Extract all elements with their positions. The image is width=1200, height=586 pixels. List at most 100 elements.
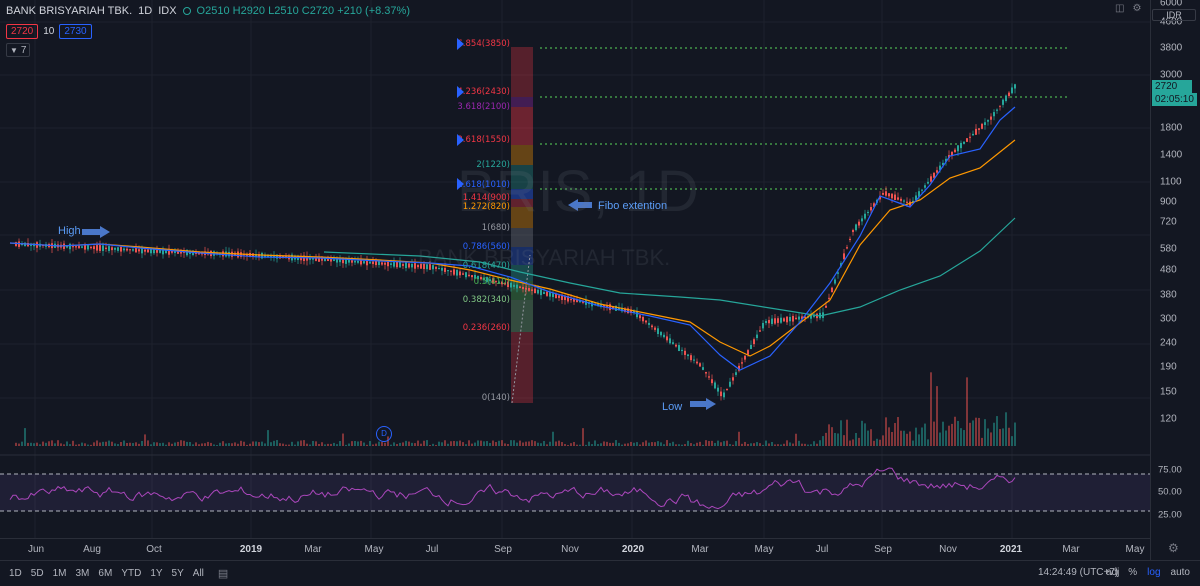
volume-bar: [648, 442, 650, 446]
fib-level-label: 4.236(2430): [457, 87, 510, 97]
volume-bar: [171, 443, 173, 446]
dividend-marker[interactable]: D: [376, 426, 392, 442]
volume-bar: [372, 444, 374, 446]
range-button[interactable]: 5Y: [172, 568, 184, 579]
volume-bar: [942, 421, 944, 446]
date-range-icon[interactable]: ▤: [218, 567, 228, 580]
volume-bar: [240, 440, 242, 446]
volume-bar: [471, 443, 473, 446]
volume-bar: [207, 441, 209, 446]
volume-bar: [30, 442, 32, 446]
watermark-name: BANK BRISYARIAH TBK.: [418, 245, 671, 270]
volume-bar: [708, 441, 710, 446]
volume-bar: [837, 433, 839, 446]
volume-bar: [597, 444, 599, 446]
volume-bar: [924, 423, 926, 446]
volume-bar: [384, 442, 386, 446]
volume-bar: [351, 441, 353, 446]
volume-bar: [990, 432, 992, 446]
camera-icon[interactable]: ◫: [1115, 3, 1124, 14]
top-right-toolbar: ◫ ⚙: [1115, 3, 1141, 14]
volume-bar: [462, 442, 464, 446]
volume-bar: [663, 444, 665, 446]
volume-bar: [945, 430, 947, 446]
volume-bar: [435, 444, 437, 446]
volume-bar: [399, 442, 401, 446]
volume-bar: [1008, 427, 1010, 446]
bid-button[interactable]: 2720: [6, 24, 39, 39]
range-button[interactable]: 1M: [53, 568, 67, 579]
legend: BANK BRISYARIAH TBK. 1D IDX O2510 H2920 …: [6, 5, 410, 17]
volume-bar: [975, 417, 977, 446]
fib-level-label: 2.618(1550): [457, 135, 510, 145]
volume-bar: [525, 441, 527, 446]
range-button[interactable]: 5D: [31, 568, 44, 579]
adj-toggle[interactable]: adj: [1106, 567, 1119, 578]
price-tick: 190: [1160, 361, 1177, 373]
range-button[interactable]: YTD: [121, 568, 141, 579]
volume-bar: [417, 440, 419, 446]
volume-bar: [780, 444, 782, 446]
volume-bar: [273, 440, 275, 446]
volume-bar: [276, 440, 278, 446]
volume-bar: [420, 443, 422, 446]
volume-bar: [135, 442, 137, 446]
price-tick: 3800: [1160, 42, 1183, 54]
volume-bar: [315, 441, 317, 446]
volume-bar: [600, 443, 602, 446]
volume-bar: [819, 440, 821, 446]
volume-bar: [468, 440, 470, 446]
volume-bar: [969, 422, 971, 446]
volume-bar: [444, 440, 446, 446]
volume-bar: [501, 440, 503, 446]
volume-bar: [84, 443, 86, 446]
volume-bar: [849, 440, 851, 446]
volume-bar: [153, 442, 155, 446]
range-button[interactable]: 1Y: [150, 568, 162, 579]
range-button[interactable]: 1D: [9, 568, 22, 579]
symbol-title[interactable]: BANK BRISYARIAH TBK.: [6, 5, 132, 17]
volume-bar: [711, 440, 713, 446]
volume-bar: [783, 443, 785, 446]
volume-bar: [831, 427, 833, 446]
currency-label[interactable]: IDR: [1152, 9, 1196, 21]
volume-bar: [57, 440, 59, 446]
fib-marker-icon: [457, 86, 464, 98]
indicators-toggle[interactable]: ▼ 7: [6, 43, 31, 57]
volume-bar: [930, 372, 932, 446]
volume-bar: [336, 444, 338, 446]
range-button[interactable]: 3M: [76, 568, 90, 579]
volume-bar: [861, 420, 863, 446]
auto-toggle[interactable]: auto: [1171, 567, 1190, 578]
volume-bar: [669, 443, 671, 446]
volume-bar: [981, 437, 983, 446]
time-tick: Nov: [939, 544, 957, 555]
volume-bar: [210, 442, 212, 446]
volume-bar: [333, 442, 335, 446]
volume-bar: [15, 442, 17, 446]
indicator-count: 7: [20, 44, 27, 56]
ask-button[interactable]: 2730: [59, 24, 92, 39]
settings-gear-icon[interactable]: ⚙: [1168, 541, 1179, 555]
range-button[interactable]: 6M: [98, 568, 112, 579]
volume-bar: [261, 441, 263, 446]
percent-toggle[interactable]: %: [1128, 567, 1137, 578]
time-axis[interactable]: Jun Aug Oct 2019 Mar May Jul Sep Nov 2020 Mar May Ju…: [0, 538, 1150, 560]
settings-icon[interactable]: ⚙: [1132, 3, 1141, 14]
volume-bar: [180, 440, 182, 446]
volume-bar: [498, 440, 500, 446]
volume-bar: [765, 440, 767, 446]
volume-bar: [489, 442, 491, 446]
volume-bar: [882, 435, 884, 446]
volume-bar: [852, 439, 854, 446]
fib-level-label: 1.618(1010): [457, 180, 510, 190]
volume-bar: [627, 443, 629, 446]
log-toggle[interactable]: log: [1147, 567, 1160, 578]
interval[interactable]: 1D: [138, 5, 152, 17]
volume-bar: [375, 443, 377, 446]
volume-bar: [432, 443, 434, 446]
range-button[interactable]: All: [193, 568, 204, 579]
price-tick: 6000: [1160, 0, 1183, 9]
volume-bar: [228, 443, 230, 446]
volume-bar: [531, 440, 533, 446]
